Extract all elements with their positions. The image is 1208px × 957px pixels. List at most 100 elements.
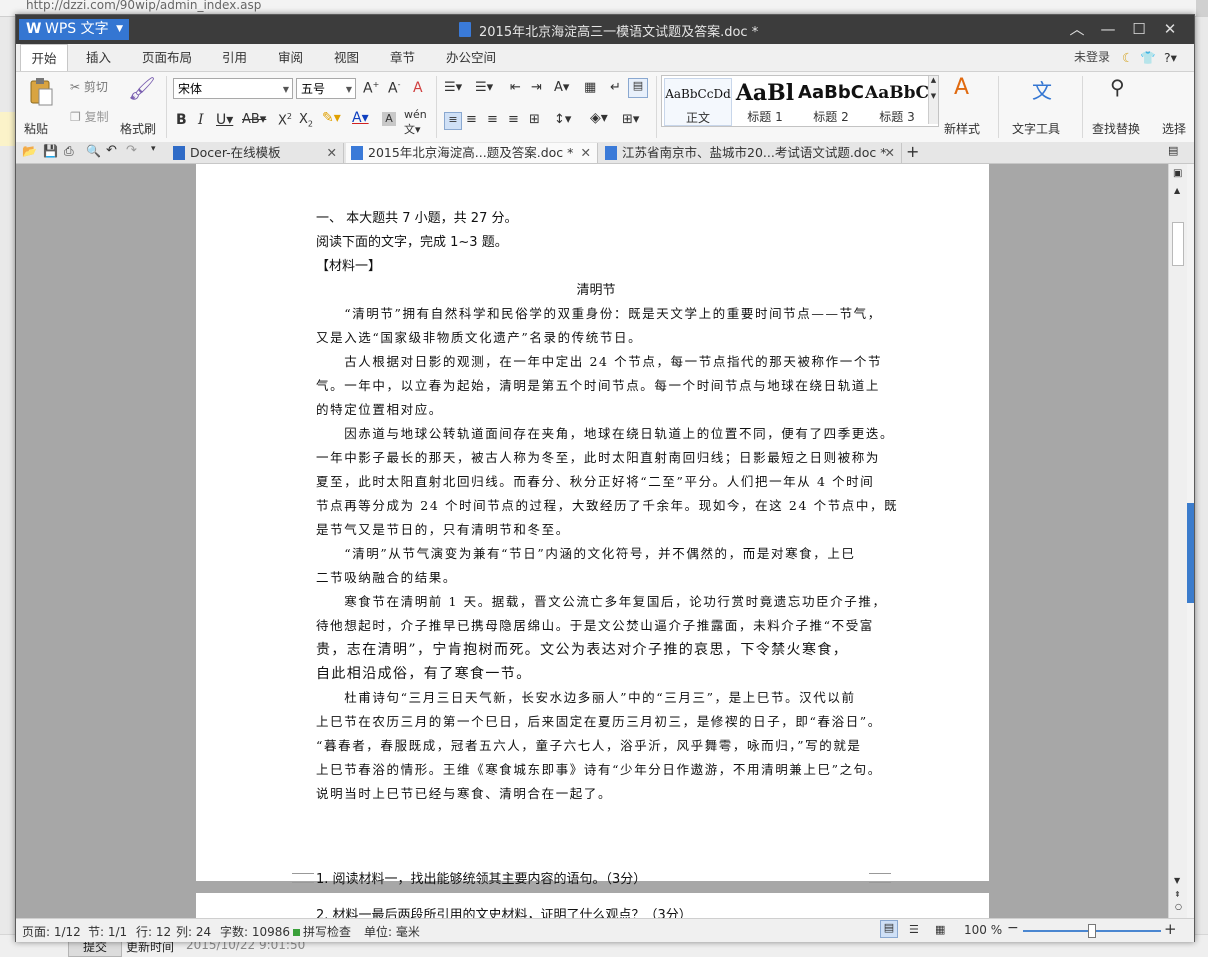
shrink-font-icon[interactable]: A-: [388, 80, 400, 97]
table-icon[interactable]: ▦: [584, 80, 596, 95]
font-size-select[interactable]: 五号 ▼: [296, 78, 356, 99]
shirt-icon[interactable]: 👕: [1140, 44, 1156, 71]
format-painter-icon[interactable]: 🖌: [128, 77, 156, 102]
font-name-select[interactable]: 宋体 ▼: [173, 78, 293, 99]
page-view-mode-icon[interactable]: ▤: [880, 920, 898, 938]
tab-view[interactable]: 视图: [334, 44, 359, 71]
style-heading-3[interactable]: AaBbC 标题 3: [864, 78, 930, 124]
paste-icon[interactable]: [28, 77, 54, 107]
strikethrough-icon[interactable]: AB▾: [242, 112, 266, 127]
login-status[interactable]: 未登录: [1074, 44, 1110, 71]
tab-chapter[interactable]: 章节: [390, 44, 415, 71]
print-preview-icon[interactable]: 🔍: [86, 144, 101, 158]
tab-current-document[interactable]: 2015年北京海淀高...题及答案.doc * ✕: [346, 143, 598, 163]
zoom-slider-handle[interactable]: [1088, 924, 1096, 938]
superscript-icon[interactable]: X2: [278, 112, 292, 128]
ruler-toggle-icon[interactable]: ▣: [1173, 168, 1182, 179]
underline-icon[interactable]: U▾: [216, 112, 233, 128]
print-icon[interactable]: ⎙: [64, 144, 74, 159]
skin-icon[interactable]: ☾: [1122, 44, 1133, 71]
style-heading-2[interactable]: AaBbC 标题 2: [798, 78, 864, 124]
align-right-icon[interactable]: ≡: [487, 112, 498, 127]
binoculars-icon[interactable]: ⚲: [1110, 75, 1125, 99]
italic-icon[interactable]: I: [198, 112, 204, 128]
text-tools-button[interactable]: 文字工具: [1012, 120, 1060, 137]
new-tab-icon[interactable]: +: [906, 142, 919, 161]
document-page-2[interactable]: 2. 材料一最后两段所引用的文史材料，证明了什么观点？（3分）: [196, 893, 989, 918]
copy-button[interactable]: ❐ 复制: [70, 108, 109, 125]
scroll-up-icon[interactable]: ▲: [1174, 186, 1180, 195]
show-marks-icon[interactable]: ↵: [610, 80, 621, 95]
vertical-scrollbar[interactable]: ▣ ▲ ▼ ⇞ ○: [1168, 164, 1187, 918]
minimize-button[interactable]: —: [1093, 18, 1123, 40]
line-spacing-icon[interactable]: ↕▾: [554, 112, 571, 127]
tab-jiangsu-document[interactable]: 江苏省南京市、盐城市20...考试语文试题.doc * ✕: [600, 143, 902, 163]
close-icon[interactable]: ✕: [885, 143, 895, 163]
tab-references[interactable]: 引用: [222, 44, 247, 71]
save-icon[interactable]: 💾: [43, 144, 58, 158]
browse-object-icon[interactable]: ○: [1175, 902, 1182, 911]
style-heading-1[interactable]: AaBl 标题 1: [732, 78, 798, 124]
align-left-icon[interactable]: ≡: [444, 112, 462, 130]
scroll-down-icon[interactable]: ▼: [1174, 876, 1180, 885]
undo-icon[interactable]: ↶: [106, 143, 117, 158]
page-view-icon[interactable]: ▤: [628, 78, 648, 98]
web-view-icon[interactable]: ▦: [935, 923, 945, 936]
scrollbar-thumb[interactable]: [1172, 222, 1184, 266]
close-button[interactable]: ✕: [1155, 18, 1185, 40]
new-style-icon[interactable]: A: [954, 75, 969, 100]
char-shading-icon[interactable]: A: [382, 112, 396, 126]
status-word-count[interactable]: 字数: 10986: [220, 923, 290, 940]
find-replace-button[interactable]: 查找替换: [1092, 120, 1140, 137]
tab-list-icon[interactable]: ▤: [1168, 144, 1178, 157]
help-icon[interactable]: ?▾: [1164, 44, 1177, 71]
shading-icon[interactable]: ◈▾: [590, 110, 608, 126]
tab-office-space[interactable]: 办公空间: [446, 44, 496, 71]
phonetic-icon[interactable]: wén 文▾: [404, 108, 427, 137]
border-icon[interactable]: ⊞▾: [622, 112, 639, 127]
close-icon[interactable]: ✕: [327, 143, 337, 163]
quick-access-menu-icon[interactable]: ▾: [151, 144, 156, 154]
tab-page-layout[interactable]: 页面布局: [142, 44, 192, 71]
app-menu-button[interactable]: W WPS 文字 ▼: [19, 19, 129, 40]
maximize-button[interactable]: ☐: [1124, 18, 1154, 40]
text-tools-icon[interactable]: 文: [1032, 75, 1052, 104]
new-style-button[interactable]: 新样式: [944, 120, 980, 137]
zoom-percent[interactable]: 100 %: [964, 923, 1002, 937]
redo-icon[interactable]: ↷: [126, 143, 137, 158]
select-button[interactable]: 选择: [1162, 120, 1186, 137]
highlight-icon[interactable]: ✎▾: [322, 110, 341, 126]
tab-insert[interactable]: 插入: [86, 44, 111, 71]
bold-icon[interactable]: B: [176, 112, 187, 128]
tab-review[interactable]: 审阅: [278, 44, 303, 71]
status-page[interactable]: 页面: 1/12: [22, 923, 81, 940]
align-center-icon[interactable]: ≡: [466, 112, 477, 127]
document-page[interactable]: 一、 本大题共 7 小题，共 27 分。 阅读下面的文字，完成 1~3 题。 【…: [196, 164, 989, 887]
decrease-indent-icon[interactable]: ⇤: [510, 80, 521, 95]
zoom-out-icon[interactable]: −: [1007, 920, 1019, 936]
text-direction-icon[interactable]: A▾: [554, 80, 569, 95]
font-color-icon[interactable]: A▾: [352, 110, 369, 126]
bullet-list-icon[interactable]: ☰▾: [444, 80, 462, 95]
clear-format-icon[interactable]: A: [413, 80, 423, 96]
style-scroll[interactable]: ▲ ▼: [928, 76, 938, 124]
number-list-icon[interactable]: ☰▾: [475, 80, 493, 95]
style-normal[interactable]: AaBbCcDd 正文: [664, 78, 732, 126]
zoom-in-icon[interactable]: +: [1164, 920, 1177, 938]
outline-view-icon[interactable]: ☰: [909, 923, 919, 936]
justify-icon[interactable]: ≡: [508, 112, 519, 127]
increase-indent-icon[interactable]: ⇥: [531, 80, 542, 95]
side-panel-toggle[interactable]: [1187, 503, 1194, 603]
distribute-icon[interactable]: ⊞: [529, 112, 540, 127]
open-folder-icon[interactable]: 📂: [22, 144, 37, 158]
format-painter-button[interactable]: 格式刷: [120, 120, 156, 137]
subscript-icon[interactable]: X2: [299, 112, 313, 129]
collapse-ribbon-button[interactable]: ︿: [1062, 18, 1092, 40]
cut-button[interactable]: ✂ 剪切: [70, 78, 108, 95]
spell-check-indicator[interactable]: 拼写检查: [293, 923, 351, 940]
grow-font-icon[interactable]: A+: [363, 80, 379, 97]
close-icon[interactable]: ✕: [581, 143, 591, 163]
tab-docer-templates[interactable]: Docer-在线模板 ✕: [168, 143, 344, 163]
paste-button[interactable]: 粘贴: [24, 120, 48, 137]
tab-start[interactable]: 开始: [20, 44, 68, 71]
